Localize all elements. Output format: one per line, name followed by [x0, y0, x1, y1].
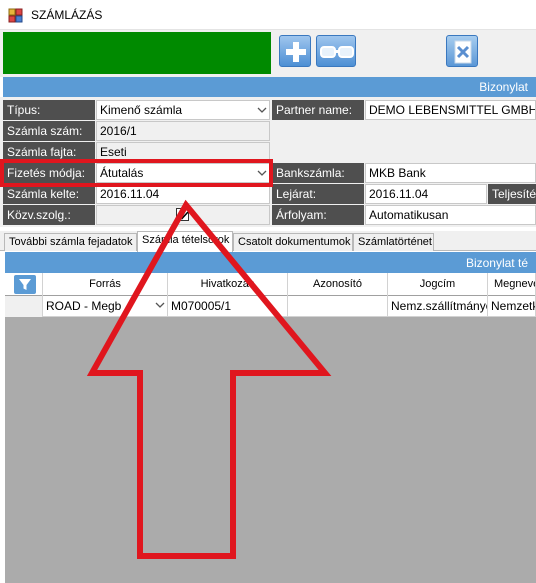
delete-button[interactable] — [446, 35, 478, 67]
invoice-number-label: Számla szám: — [3, 121, 95, 141]
chevron-down-icon — [257, 170, 267, 176]
payment-method-value: Átutalás — [100, 166, 144, 180]
column-header-identifier[interactable]: Azonosító — [288, 273, 388, 296]
invoice-date-field[interactable]: 2016.11.04 — [96, 184, 270, 204]
cell-reference[interactable]: M070005/1 — [168, 296, 288, 317]
cell-source-value: ROAD - Megb — [46, 299, 122, 313]
document-x-icon — [454, 40, 472, 64]
view-button[interactable] — [316, 35, 356, 67]
app-icon — [8, 8, 23, 23]
column-header-reference[interactable]: Hivatkozás — [168, 273, 288, 296]
toolbar — [0, 30, 536, 77]
payment-method-select[interactable]: Átutalás — [96, 163, 270, 183]
type-select[interactable]: Kimenő számla — [96, 100, 270, 120]
exchange-rate-label: Árfolyam: — [272, 205, 364, 225]
table-row[interactable]: ROAD - Megb M070005/1 Nemz.szállítmányo … — [5, 296, 536, 317]
type-value: Kimenő számla — [100, 103, 183, 117]
tab-invoice-lines[interactable]: Számla tételsorok — [137, 231, 233, 252]
window-title: SZÁMLÁZÁS — [31, 8, 103, 22]
tab-additional-header[interactable]: További számla fejadatok — [4, 233, 137, 251]
section-header-title: Bizonylat — [479, 80, 528, 94]
bank-account-field[interactable]: MKB Bank — [365, 163, 536, 183]
bank-account-label: Bankszámla: — [272, 163, 364, 183]
public-service-checkbox[interactable] — [176, 208, 189, 221]
column-header-source[interactable]: Forrás — [43, 273, 168, 296]
partner-field[interactable]: DEMO LEBENSMITTEL GMBH — [365, 100, 536, 120]
invoice-kind-field: Eseti — [96, 142, 270, 162]
chevron-down-icon — [257, 107, 267, 113]
status-panel — [3, 32, 271, 74]
public-service-label: Közv.szolg.: — [3, 205, 95, 225]
filter-cell — [5, 273, 43, 296]
add-button[interactable] — [279, 35, 311, 67]
invoice-number-field: 2016/1 — [96, 121, 270, 141]
chevron-down-icon — [155, 302, 165, 308]
due-date-label: Lejárat: — [272, 184, 364, 204]
grid-header-bar: Bizonylat té — [5, 252, 536, 273]
section-header: Bizonylat — [3, 77, 536, 97]
cell-description[interactable]: Nemzetk — [488, 296, 536, 317]
title-bar: SZÁMLÁZÁS — [0, 0, 536, 30]
cell-identifier[interactable] — [288, 296, 388, 317]
partner-label: Partner name: — [272, 100, 364, 120]
invoice-lines-grid: Bizonylat té Forrás Hivatkozás Azonosító… — [5, 252, 536, 583]
filter-button[interactable] — [14, 275, 36, 294]
glasses-icon — [320, 46, 354, 58]
cell-source[interactable]: ROAD - Megb — [43, 296, 168, 317]
exchange-rate-field[interactable]: Automatikusan — [365, 205, 536, 225]
grid-column-headers: Forrás Hivatkozás Azonosító Jogcím Megne… — [5, 273, 536, 296]
filter-icon — [19, 279, 31, 290]
grid-title: Bizonylat té — [465, 256, 528, 270]
due-date-field[interactable]: 2016.11.04 — [365, 184, 487, 204]
tab-strip: További számla fejadatok Számla tételsor… — [0, 231, 536, 252]
payment-method-label: Fizetés módja: — [3, 163, 95, 183]
column-header-title[interactable]: Jogcím — [388, 273, 488, 296]
checkmark-icon — [178, 211, 189, 220]
fulfillment-label: Teljesíté — [488, 184, 536, 204]
tab-invoice-history[interactable]: Számlatörténet — [353, 233, 434, 251]
column-header-description[interactable]: Megneve — [488, 273, 536, 296]
invoice-kind-label: Számla fajta: — [3, 142, 95, 162]
row-header[interactable] — [5, 296, 43, 317]
cell-title[interactable]: Nemz.szállítmányo — [388, 296, 488, 317]
plus-icon — [286, 42, 306, 62]
tab-attached-documents[interactable]: Csatolt dokumentumok — [233, 233, 353, 251]
invoice-date-label: Számla kelte: — [3, 184, 95, 204]
type-label: Típus: — [3, 100, 95, 120]
